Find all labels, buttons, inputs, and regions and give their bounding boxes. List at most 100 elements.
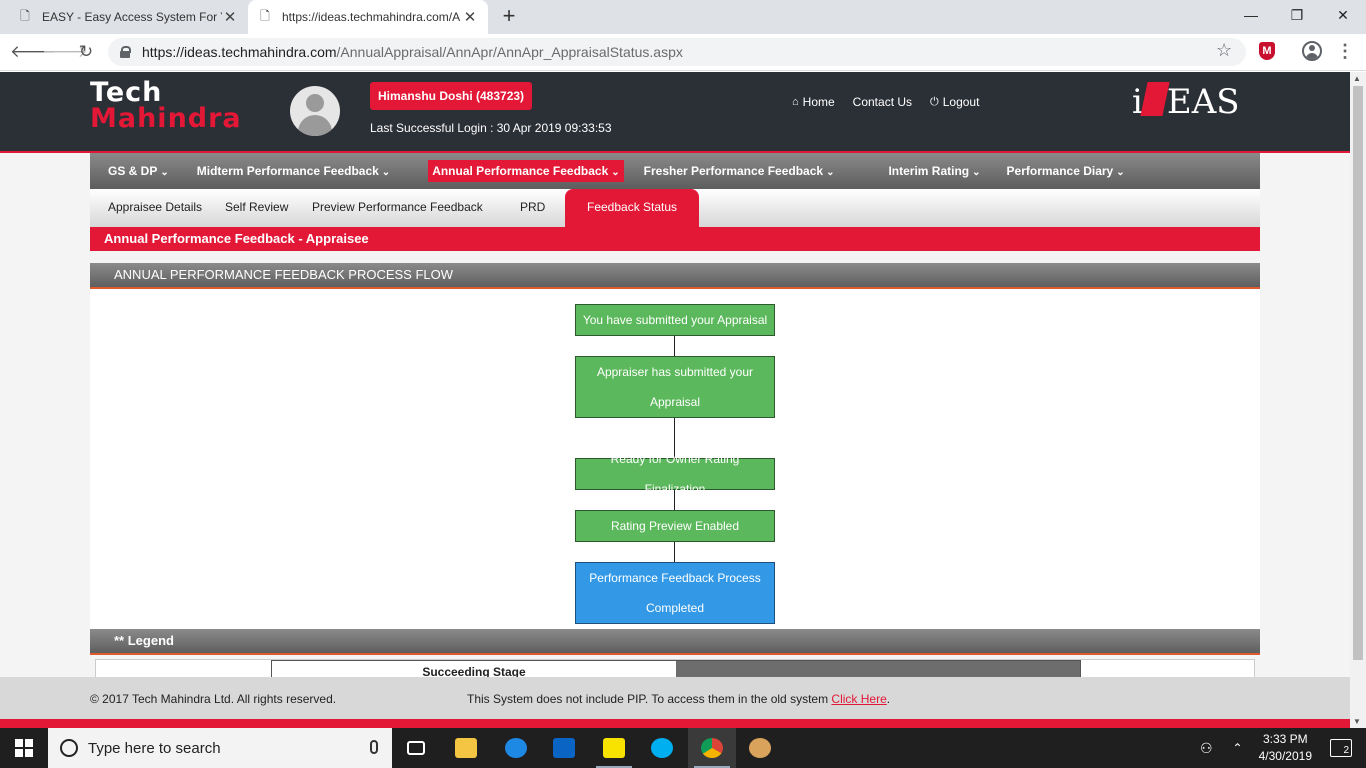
brand-i: i <box>1132 82 1143 122</box>
scrollbar-thumb[interactable] <box>1353 86 1363 660</box>
flow-step: Ready for Owner Rating Finalization <box>575 452 775 496</box>
contact-us-link[interactable]: Contact Us <box>853 95 912 109</box>
nav-performance-diary[interactable]: Performance Diary ⌄ <box>1003 160 1129 182</box>
sticky-notes-icon[interactable] <box>590 728 638 768</box>
people-icon[interactable]: ⚇ <box>1200 740 1213 757</box>
ideas-d-mark <box>1140 82 1170 116</box>
tab-self-review[interactable]: Self Review <box>225 189 288 227</box>
account-icon[interactable] <box>1302 41 1322 61</box>
tab-prd[interactable]: PRD <box>520 189 545 227</box>
scroll-down-icon[interactable]: ▼ <box>1353 717 1361 726</box>
mcafee-extension-icon[interactable]: M <box>1259 42 1275 60</box>
menu-kebab-icon[interactable]: ⋮ <box>1336 40 1354 62</box>
clock[interactable]: 3:33 PM 4/30/2019 <box>1259 731 1312 765</box>
tab-feedback-status[interactable]: Feedback Status <box>565 189 700 227</box>
flow-step-current: Performance Feedback Process Completed <box>575 562 775 624</box>
browser-tab-active[interactable]: 🗋 https://ideas.techmahindra.com/A ✕ <box>248 0 488 34</box>
page-footer: © 2017 Tech Mahindra Ltd. All rights res… <box>0 677 1350 719</box>
microphone-icon[interactable] <box>370 740 378 754</box>
home-icon: ⌂ <box>792 96 799 108</box>
last-login-text: Last Successful Login : 30 Apr 2019 09:3… <box>370 121 612 135</box>
minimize-button[interactable]: — <box>1228 0 1274 30</box>
nav-label: Annual Performance Feedback <box>432 164 609 178</box>
nav-label: Interim Rating <box>888 164 970 178</box>
pip-note-text: This System does not include PIP. To acc… <box>467 692 829 706</box>
contact-label: Contact Us <box>852 95 913 109</box>
paint-icon[interactable] <box>736 728 784 768</box>
flow-connector <box>674 336 675 356</box>
windows-taskbar: Type here to search ⚇ ⌃ 3:33 PM 4/30/201… <box>0 728 1366 768</box>
tab-title: https://ideas.techmahindra.com/A <box>282 10 461 24</box>
nav-fresher[interactable]: Fresher Performance Feedback ⌄ <box>640 160 839 182</box>
site-header: Tech Mahindra Himanshu Doshi (483723) La… <box>0 72 1350 153</box>
search-placeholder: Type here to search <box>88 739 221 757</box>
address-bar[interactable]: https://ideas.techmahindra.com/AnnualApp… <box>108 38 1246 66</box>
forward-arrow-icon[interactable]: 🡒 <box>42 40 88 64</box>
close-tab-icon[interactable]: ✕ <box>462 8 478 26</box>
brand-rest: EAS <box>1166 82 1240 122</box>
edge-icon[interactable] <box>492 728 540 768</box>
reload-icon[interactable]: ↻ <box>74 40 98 64</box>
page-icon: 🗋 <box>260 8 270 23</box>
page-icon: 🗋 <box>20 8 30 23</box>
process-flow-panel: You have submitted your Appraisal Apprai… <box>90 289 1260 629</box>
chevron-down-icon: ⌄ <box>1116 167 1125 178</box>
show-hidden-icons-icon[interactable]: ⌃ <box>1233 741 1243 755</box>
back-arrow-icon[interactable]: 🡐 <box>10 40 56 64</box>
user-name-badge: Himanshu Doshi (483723) <box>370 82 533 110</box>
flow-step: You have submitted your Appraisal <box>575 304 775 336</box>
restore-button[interactable]: ❐ <box>1274 0 1320 30</box>
browser-tab[interactable]: 🗋 EASY - Easy Access System For Yo ✕ <box>8 0 248 34</box>
home-label: Home <box>802 95 835 109</box>
nav-interim-rating[interactable]: Interim Rating ⌄ <box>884 160 984 182</box>
tab-title: EASY - Easy Access System For Yo <box>42 10 222 24</box>
top-links: ⌂ Home Contact Us ⏻ Logout <box>792 95 997 109</box>
tech-mahindra-logo[interactable]: Tech Mahindra <box>90 79 242 132</box>
tab-appraisee-details[interactable]: Appraisee Details <box>108 189 202 227</box>
click-here-link[interactable]: Click Here <box>831 692 886 706</box>
power-icon: ⏻ <box>930 95 939 108</box>
chevron-down-icon: ⌄ <box>381 167 391 178</box>
page-scrollbar[interactable]: ▲ ▼ <box>1350 72 1366 728</box>
clock-date: 4/30/2019 <box>1258 749 1312 763</box>
home-link[interactable]: ⌂ Home <box>792 95 835 109</box>
avatar <box>290 86 340 136</box>
outlook-icon[interactable] <box>540 728 588 768</box>
notification-center-icon[interactable]: 2 <box>1330 739 1352 757</box>
new-tab-button[interactable]: + <box>496 4 522 30</box>
cortana-icon <box>60 739 78 757</box>
scroll-up-icon[interactable]: ▲ <box>1353 74 1361 83</box>
footer-red-strip <box>0 719 1350 728</box>
chevron-down-icon: ⌄ <box>160 167 169 178</box>
flow-step: Appraiser has submitted your Appraisal <box>575 356 775 418</box>
chrome-icon[interactable] <box>688 728 736 768</box>
nav-label: Performance Diary <box>1006 164 1114 178</box>
nav-label: Fresher Performance Feedback <box>643 164 824 178</box>
nav-gs-dp[interactable]: GS & DP ⌄ <box>104 160 173 182</box>
logout-link[interactable]: ⏻ Logout <box>930 95 979 109</box>
copyright-text: © 2017 Tech Mahindra Ltd. All rights res… <box>90 692 337 706</box>
bookmark-star-icon[interactable]: ☆ <box>1216 40 1232 61</box>
taskbar-search[interactable]: Type here to search <box>48 728 392 768</box>
chevron-down-icon: ⌄ <box>972 167 981 178</box>
sub-nav: Appraisee Details Self Review Preview Pe… <box>90 189 1260 227</box>
close-window-button[interactable]: ✕ <box>1320 0 1366 30</box>
nav-midterm[interactable]: Midterm Performance Feedback ⌄ <box>193 160 394 182</box>
windows-logo-icon <box>15 739 33 757</box>
flow-connector <box>674 542 675 562</box>
pip-note-period: . <box>886 692 891 706</box>
legend-heading: ** Legend <box>90 629 1260 655</box>
file-explorer-icon[interactable] <box>442 728 490 768</box>
url-path: /AnnualAppraisal/AnnApr/AnnApr_Appraisal… <box>336 44 683 60</box>
nav-annual[interactable]: Annual Performance Feedback ⌄ <box>428 160 624 182</box>
nav-label: GS & DP <box>108 164 158 178</box>
url-host: https://ideas.techmahindra.com <box>142 44 337 60</box>
skype-icon[interactable] <box>638 728 686 768</box>
close-tab-icon[interactable]: ✕ <box>222 8 238 26</box>
lock-icon <box>120 46 131 58</box>
tab-preview-feedback[interactable]: Preview Performance Feedback <box>312 189 483 227</box>
clock-time: 3:33 PM <box>1262 732 1308 746</box>
start-button[interactable] <box>0 728 48 768</box>
task-view-icon[interactable] <box>392 728 440 768</box>
page-title: Annual Performance Feedback - Appraisee <box>90 227 1260 251</box>
